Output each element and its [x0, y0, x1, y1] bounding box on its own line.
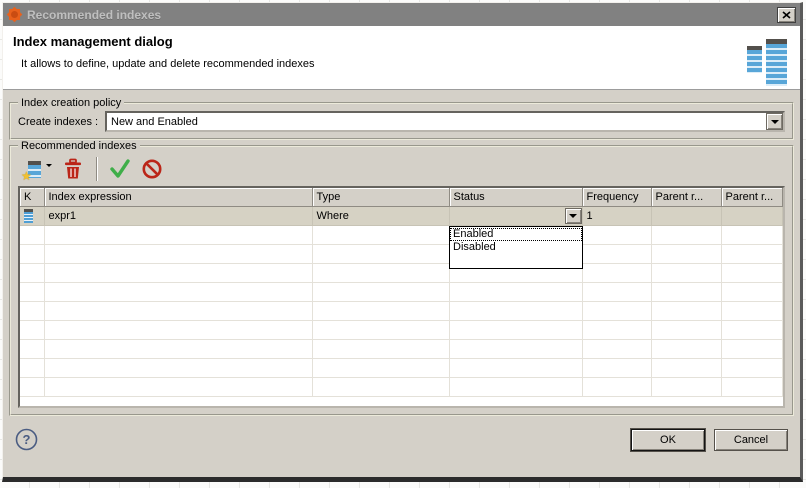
table-row[interactable]: expr1 Where 1 [20, 206, 783, 225]
status-cell-dropdown-button[interactable] [565, 208, 582, 224]
recommended-indexes-dialog: Recommended indexes Index management dia… [2, 2, 803, 482]
table-row-empty[interactable] [20, 320, 783, 339]
toolbar-separator [96, 157, 97, 181]
star-icon: ★ [21, 170, 32, 182]
dialog-footer: ? OK Cancel [3, 416, 800, 463]
ok-button[interactable]: OK [631, 429, 705, 451]
table-row-empty[interactable] [20, 339, 783, 358]
group-title: Index creation policy [18, 97, 124, 109]
window-title: Recommended indexes [27, 8, 777, 22]
index-stack-icon [747, 46, 762, 73]
status-dropdown-list: Enabled Disabled [449, 226, 583, 269]
help-button[interactable]: ? [15, 428, 38, 451]
k-cell [20, 206, 44, 225]
indexes-table: K Index expression Type Status Frequency… [18, 186, 785, 408]
combo-dropdown-button[interactable] [766, 113, 783, 130]
enable-index-button[interactable] [99, 158, 131, 180]
column-header-frequency[interactable]: Frequency [582, 188, 651, 206]
add-index-button[interactable]: ★ [28, 161, 41, 178]
create-indexes-combo[interactable]: New and Enabled [105, 111, 785, 132]
app-icon [9, 9, 20, 20]
recommended-indexes-group: Recommended indexes ★ [9, 140, 794, 416]
dropdown-option-disabled[interactable]: Disabled [450, 241, 582, 254]
page-subtitle: It allows to define, update and delete r… [21, 58, 800, 70]
cancel-button[interactable]: Cancel [714, 429, 788, 451]
table-row-empty[interactable] [20, 358, 783, 377]
indexes-toolbar: ★ [18, 153, 785, 186]
table-header-row: K Index expression Type Status Frequency… [20, 188, 783, 206]
page-title: Index management dialog [13, 34, 800, 49]
indexes-banner-icon [747, 30, 787, 86]
block-icon [141, 158, 163, 180]
chevron-down-icon [771, 120, 779, 124]
close-icon [782, 11, 791, 19]
dialog-body: Index creation policy Create indexes : N… [3, 90, 800, 416]
table-row-empty[interactable] [20, 263, 783, 282]
column-header-status[interactable]: Status [449, 188, 582, 206]
column-header-index-expression[interactable]: Index expression [44, 188, 312, 206]
title-bar[interactable]: Recommended indexes [3, 3, 800, 26]
index-expression-cell[interactable]: expr1 [44, 206, 312, 225]
combo-value: New and Enabled [111, 116, 198, 128]
table-row-empty[interactable] [20, 244, 783, 263]
column-header-parent-2[interactable]: Parent r... [721, 188, 783, 206]
close-button[interactable] [777, 7, 796, 23]
parent-cell[interactable] [721, 206, 783, 225]
table-row-empty[interactable] [20, 225, 783, 244]
table-body: expr1 Where 1 [20, 206, 783, 396]
index-icon [24, 209, 33, 223]
delete-index-button[interactable] [52, 158, 84, 180]
status-cell[interactable] [449, 206, 582, 225]
help-icon: ? [15, 428, 38, 451]
column-header-k[interactable]: K [20, 188, 44, 206]
check-icon [109, 158, 131, 180]
trash-icon [62, 158, 84, 180]
table-row-empty[interactable] [20, 282, 783, 301]
create-indexes-label: Create indexes : [18, 116, 105, 128]
table-row-empty[interactable] [20, 377, 783, 396]
dialog-header: Index management dialog It allows to def… [3, 26, 800, 90]
disable-index-button[interactable] [131, 158, 163, 180]
chevron-down-icon [569, 214, 577, 218]
parent-cell[interactable] [651, 206, 721, 225]
index-creation-policy-group: Index creation policy Create indexes : N… [9, 97, 794, 140]
index-stack-icon [766, 39, 787, 86]
dropdown-option-enabled[interactable]: Enabled [450, 228, 582, 241]
column-header-type[interactable]: Type [312, 188, 449, 206]
column-header-parent-1[interactable]: Parent r... [651, 188, 721, 206]
type-cell[interactable]: Where [312, 206, 449, 225]
group-title: Recommended indexes [18, 140, 140, 152]
svg-text:?: ? [23, 432, 31, 447]
frequency-cell[interactable]: 1 [582, 206, 651, 225]
table-row-empty[interactable] [20, 301, 783, 320]
